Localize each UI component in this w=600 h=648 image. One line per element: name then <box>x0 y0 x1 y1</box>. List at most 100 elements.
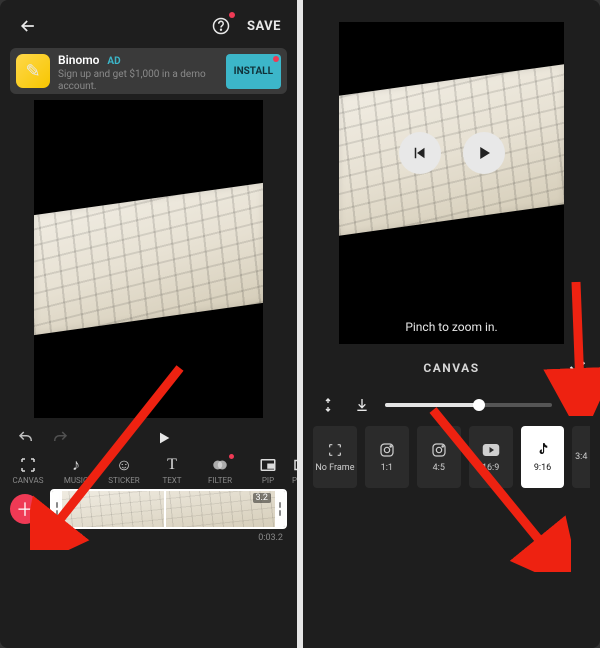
timeline-clip[interactable]: 3.2 <box>50 489 287 529</box>
top-bar: SAVE <box>0 0 297 48</box>
redo-icon <box>51 429 69 447</box>
sticker-label: STICKER <box>108 476 139 485</box>
notification-dot-icon <box>273 56 279 62</box>
sticker-icon: ☺ <box>116 456 132 474</box>
notification-dot-icon <box>229 12 235 18</box>
text-icon: T <box>167 456 177 474</box>
filter-tool[interactable]: FILTER <box>196 456 244 485</box>
canvas-label: CANVAS <box>13 476 44 485</box>
play-icon <box>475 144 493 162</box>
aspect-label: 3:4 <box>575 452 587 462</box>
zoom-reset-button[interactable] <box>317 394 339 416</box>
filter-label: FILTER <box>208 476 232 485</box>
undo-button[interactable] <box>14 426 38 450</box>
clip-thumbnail <box>52 491 285 527</box>
ad-subtitle: Sign up and get $1,000 in a demo account… <box>58 69 218 93</box>
download-icon <box>354 397 370 413</box>
precut-label: PRE <box>292 476 297 485</box>
expand-vert-icon <box>320 397 336 413</box>
aspect-label: 16:9 <box>482 463 499 473</box>
time-current: 0:01.2 <box>58 533 83 543</box>
youtube-icon <box>482 441 500 459</box>
save-button[interactable]: SAVE <box>247 19 281 34</box>
tiktok-icon <box>534 441 552 459</box>
ad-banner[interactable]: ✎ Binomo AD Sign up and get $1,000 in a … <box>10 48 287 94</box>
ad-title: Binomo <box>58 53 99 67</box>
canvas-settings-pane: Pinch to zoom in. CANVAS <box>303 0 600 648</box>
music-icon: ♪ <box>72 456 80 474</box>
notification-dot-icon <box>229 454 234 459</box>
canvas-tool[interactable]: CANVAS <box>4 456 52 485</box>
zoom-slider[interactable] <box>385 403 552 407</box>
clip-duration-badge: 3.2 <box>253 493 272 503</box>
help-button[interactable] <box>209 14 233 38</box>
pip-label: PIP <box>262 476 274 485</box>
aspect-label: 9:16 <box>534 463 551 473</box>
redo-button[interactable] <box>48 426 72 450</box>
preview-content <box>34 183 263 335</box>
time-total: 0:03.2 <box>258 533 283 543</box>
zoom-fit-button[interactable] <box>351 394 373 416</box>
aspect-ratio-row: No Frame 1:1 4:5 16:9 <box>303 426 600 498</box>
aspect-4-5[interactable]: 4:5 <box>417 426 461 488</box>
zoom-hint: Pinch to zoom in. <box>339 320 564 334</box>
sticker-tool[interactable]: ☺ STICKER <box>100 456 148 485</box>
confirm-button[interactable] <box>566 356 590 380</box>
skip-previous-icon <box>411 144 429 162</box>
editor-main-pane: SAVE ✎ Binomo AD Sign up and get $1,000 … <box>0 0 297 648</box>
back-button[interactable] <box>16 14 40 38</box>
install-button[interactable]: INSTALL <box>226 54 281 89</box>
text-label: TEXT <box>162 476 181 485</box>
pip-icon <box>259 456 277 474</box>
music-label: MUSIC <box>64 476 88 485</box>
instagram-icon <box>378 441 396 459</box>
ad-text: Binomo AD Sign up and get $1,000 in a de… <box>50 49 226 92</box>
zoom-slider-row <box>303 392 600 426</box>
pip-tool[interactable]: PIP <box>244 456 292 485</box>
canvas-header: CANVAS <box>303 344 600 392</box>
aspect-label: No Frame <box>315 463 354 473</box>
clip-handle-left[interactable] <box>52 491 62 527</box>
play-icon <box>156 430 172 446</box>
aspect-noframe[interactable]: No Frame <box>313 426 357 488</box>
clip-handle-right[interactable] <box>275 491 285 527</box>
prev-frame-button[interactable] <box>399 132 441 174</box>
collapse-button[interactable] <box>564 394 586 416</box>
precut-icon <box>292 456 297 474</box>
text-tool[interactable]: T TEXT <box>148 456 196 485</box>
time-readout: 0:01.2 0:03.2 <box>0 533 297 549</box>
canvas-title: CANVAS <box>337 361 566 375</box>
instagram-icon <box>430 441 448 459</box>
slider-fill <box>385 403 479 407</box>
collapse-icon <box>567 397 583 413</box>
tool-bar: CANVAS ♪ MUSIC ☺ STICKER T TEXT FILTER <box>0 450 297 487</box>
check-icon <box>566 356 588 378</box>
playhead[interactable] <box>164 489 166 529</box>
add-clip-button[interactable]: ＋ <box>10 494 40 524</box>
play-button[interactable] <box>463 132 505 174</box>
overlay-controls <box>339 132 564 174</box>
canvas-preview[interactable]: Pinch to zoom in. <box>339 22 564 344</box>
filter-icon <box>211 456 229 474</box>
timeline-row: ＋ 3.2 <box>0 487 297 533</box>
arrow-left-icon <box>18 16 38 36</box>
ad-app-icon: ✎ <box>16 54 50 88</box>
music-tool[interactable]: ♪ MUSIC <box>52 456 100 485</box>
aspect-label: 1:1 <box>381 463 393 473</box>
aspect-1-1[interactable]: 1:1 <box>365 426 409 488</box>
canvas-icon <box>19 456 37 474</box>
play-button[interactable] <box>156 430 172 446</box>
aspect-16-9[interactable]: 16:9 <box>469 426 513 488</box>
video-preview[interactable] <box>34 100 263 418</box>
undo-icon <box>17 429 35 447</box>
aspect-label: 4:5 <box>433 463 445 473</box>
slider-knob[interactable] <box>473 399 485 411</box>
precut-tool[interactable]: PRE <box>292 456 297 485</box>
noframe-icon <box>326 441 344 459</box>
playback-bar <box>0 418 297 450</box>
help-icon <box>212 17 230 35</box>
aspect-3-4[interactable]: 3:4 <box>572 426 590 488</box>
aspect-9-16[interactable]: 9:16 <box>521 426 565 488</box>
ad-tag: AD <box>107 56 120 67</box>
install-label: INSTALL <box>234 66 273 77</box>
